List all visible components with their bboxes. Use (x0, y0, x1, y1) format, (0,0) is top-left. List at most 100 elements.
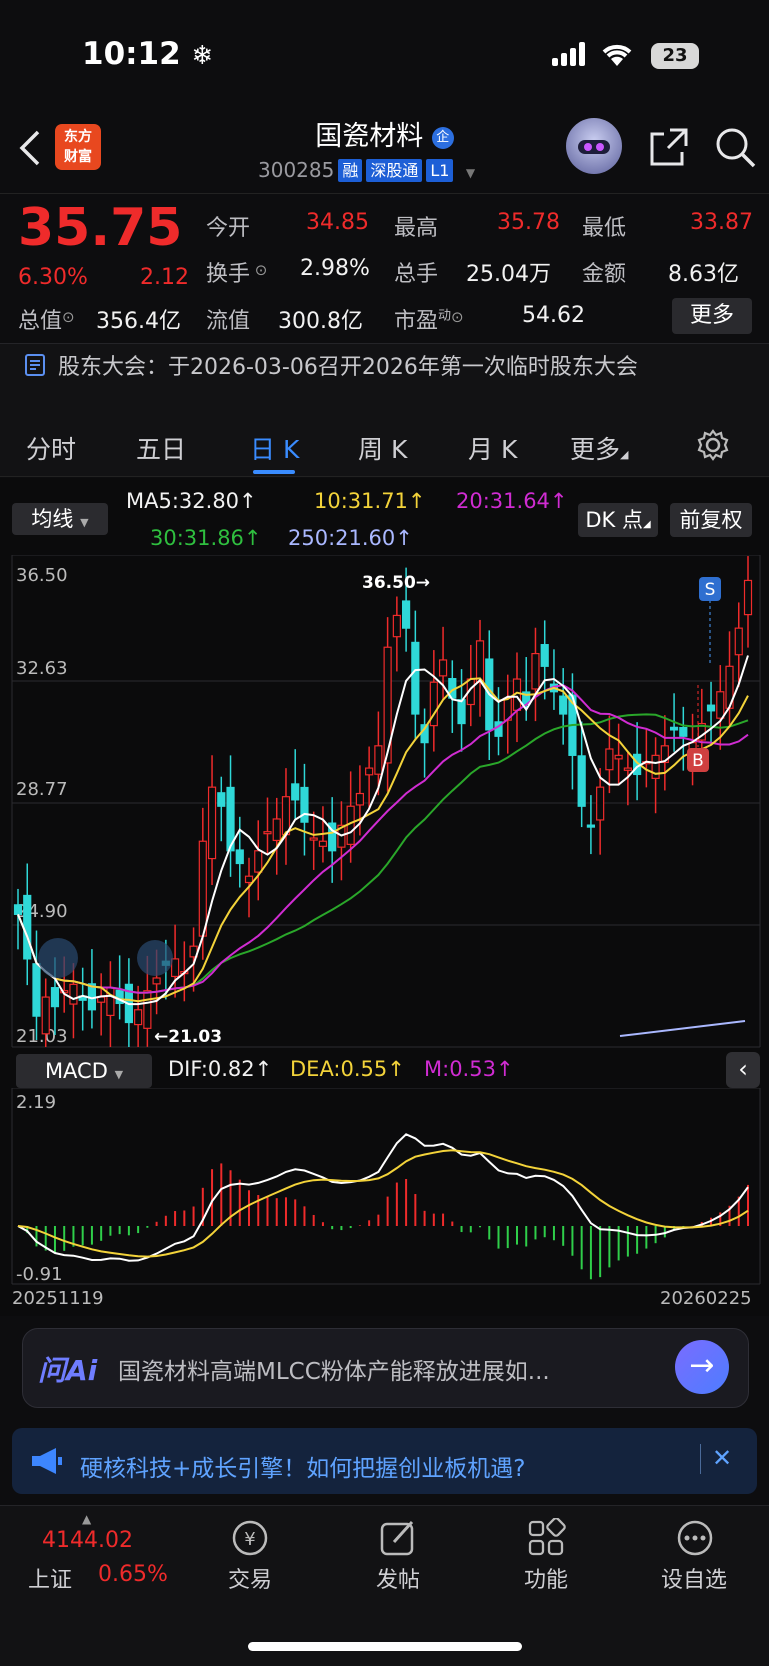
home-indicator (248, 1642, 522, 1651)
candle-body (540, 644, 549, 667)
tab-weekly-k[interactable]: 周 K (358, 430, 407, 466)
buy-signal-text: B (692, 751, 704, 771)
ai-prompt-text[interactable]: 国瓷材料高端MLCC粉体产能释放进展如... (118, 1352, 550, 1386)
candle-body (605, 748, 614, 771)
ai-send-arrow-icon[interactable]: → (675, 1340, 729, 1394)
candle-body (309, 837, 318, 841)
stock-code-line[interactable]: 300285 融深股通 L1 ▼ (258, 158, 475, 182)
candle-body (318, 840, 328, 847)
ma-selector[interactable]: 均线 ▼ (12, 503, 108, 535)
tab-more[interactable]: 更多◢ (570, 430, 628, 466)
search-icon[interactable] (714, 126, 756, 168)
pe-label[interactable]: 市盈动⊙ (394, 303, 464, 335)
candle-body (143, 990, 152, 1029)
candle-body (457, 699, 466, 725)
close-icon[interactable]: ✕ (712, 1444, 732, 1472)
ma250-line (619, 1020, 746, 1037)
candle-body (23, 894, 32, 960)
high-marker: 36.50→ (362, 573, 430, 593)
ma20-line (17, 684, 749, 994)
candle-body (263, 831, 272, 835)
candle-body (577, 755, 586, 807)
tab-intraday[interactable]: 分时 (26, 430, 76, 466)
market-cap-label[interactable]: 总值⊙ (18, 303, 75, 335)
zoom-icon[interactable] (137, 940, 173, 976)
candle-body (134, 1009, 143, 1026)
candle-body (531, 652, 540, 690)
nav-post[interactable]: 发帖 (348, 1562, 448, 1594)
macd-chart[interactable]: 2.19 -0.91 (0, 1088, 769, 1288)
ma5-label: MA5:32.80↑ (126, 489, 257, 513)
grid (11, 555, 761, 1048)
nav-add-watchlist[interactable]: 设自选 (644, 1562, 744, 1594)
candle-body (152, 977, 161, 985)
tag-margin: 融 (338, 159, 363, 182)
robot-assistant-icon[interactable] (566, 118, 622, 174)
date-end: 20260225 (660, 1288, 752, 1309)
last-price: 35.75 (18, 198, 183, 258)
tab-monthly-k[interactable]: 月 K (468, 430, 517, 466)
candle-body (291, 783, 300, 801)
index-value[interactable]: 4144.02 (42, 1528, 133, 1553)
up-caret-icon: ▲ (82, 1512, 92, 1526)
notice-text: 股东大会：于2026-03-06召开2026年第一次临时股东大会 (58, 355, 638, 380)
amount-value: 8.63亿 (668, 262, 739, 287)
open-label: 今开 (206, 216, 251, 241)
date-start: 20251119 (12, 1288, 104, 1309)
more-dots-icon[interactable] (674, 1518, 716, 1558)
y-tick-3: 28.77 (16, 779, 68, 800)
scroll-left-icon[interactable] (38, 938, 78, 978)
dk-point-button[interactable]: DK 点◢ (578, 503, 658, 537)
dif-line (17, 1133, 749, 1262)
nav-functions[interactable]: 功能 (496, 1562, 596, 1594)
more-quote-button[interactable]: 更多 (672, 298, 752, 334)
change-percent: 6.30% (18, 265, 88, 290)
ma20-label: 20:31.64↑ (456, 489, 568, 513)
macd-min-tick: -0.91 (16, 1264, 63, 1285)
settings-gear-icon[interactable] (696, 428, 730, 462)
high-label: 最高 (394, 216, 439, 241)
candle-body (365, 767, 374, 776)
apps-grid-icon[interactable] (526, 1518, 568, 1558)
candle-body (669, 726, 679, 731)
macd-selector[interactable]: MACD ▼ (16, 1054, 152, 1088)
float-cap-value: 300.8亿 (278, 309, 363, 334)
m-label: M:0.53↑ (424, 1057, 514, 1081)
post-edit-icon[interactable] (378, 1518, 420, 1558)
volume-value: 25.04万 (466, 262, 551, 287)
candle-body (623, 767, 632, 771)
index-name[interactable]: 上证 (28, 1562, 72, 1594)
nav-trade[interactable]: 交易 (200, 1562, 300, 1594)
cellular-signal-icon (552, 42, 585, 66)
candle-body (32, 963, 41, 1017)
candle-body (198, 840, 207, 937)
status-bar: 10:12 ❄ 23 (0, 0, 769, 110)
adjustment-button[interactable]: 前复权 (670, 503, 752, 537)
candle-body (374, 745, 383, 775)
enterprise-badge: 企 (431, 127, 454, 149)
clock: 10:12 ❄ (82, 36, 214, 72)
candle-body (475, 640, 485, 683)
sell-signal-text: S (705, 580, 716, 600)
high-value: 35.78 (497, 210, 560, 235)
turnover-label[interactable]: 换手 ⊙ (206, 256, 267, 288)
tab-daily-k[interactable]: 日 K (250, 430, 299, 466)
macd-histogram (26, 1163, 749, 1280)
candle-body (614, 754, 623, 760)
candlestick-chart[interactable]: 36.50 32.63 28.77 24.90 21.03 36.50→ ←21… (0, 555, 769, 1055)
collapse-arrow-icon[interactable]: ‹ (726, 1052, 760, 1088)
candle-body (69, 983, 78, 1005)
index-change[interactable]: 0.65% (98, 1562, 168, 1587)
candle-body (300, 786, 309, 823)
megaphone-icon (32, 1448, 62, 1474)
tab-five-day[interactable]: 五日 (136, 430, 186, 466)
candle-body (254, 850, 263, 873)
candle-body (392, 614, 401, 638)
trade-yen-icon[interactable]: ¥ (229, 1518, 271, 1558)
market-cap-value: 356.4亿 (96, 309, 181, 334)
ma250-label: 250:21.60↑ (288, 526, 413, 550)
ma30-label: 30:31.86↑ (150, 526, 262, 550)
candle-body (41, 996, 50, 1035)
dropdown-icon: ▼ (465, 166, 476, 180)
share-icon[interactable] (648, 126, 690, 168)
